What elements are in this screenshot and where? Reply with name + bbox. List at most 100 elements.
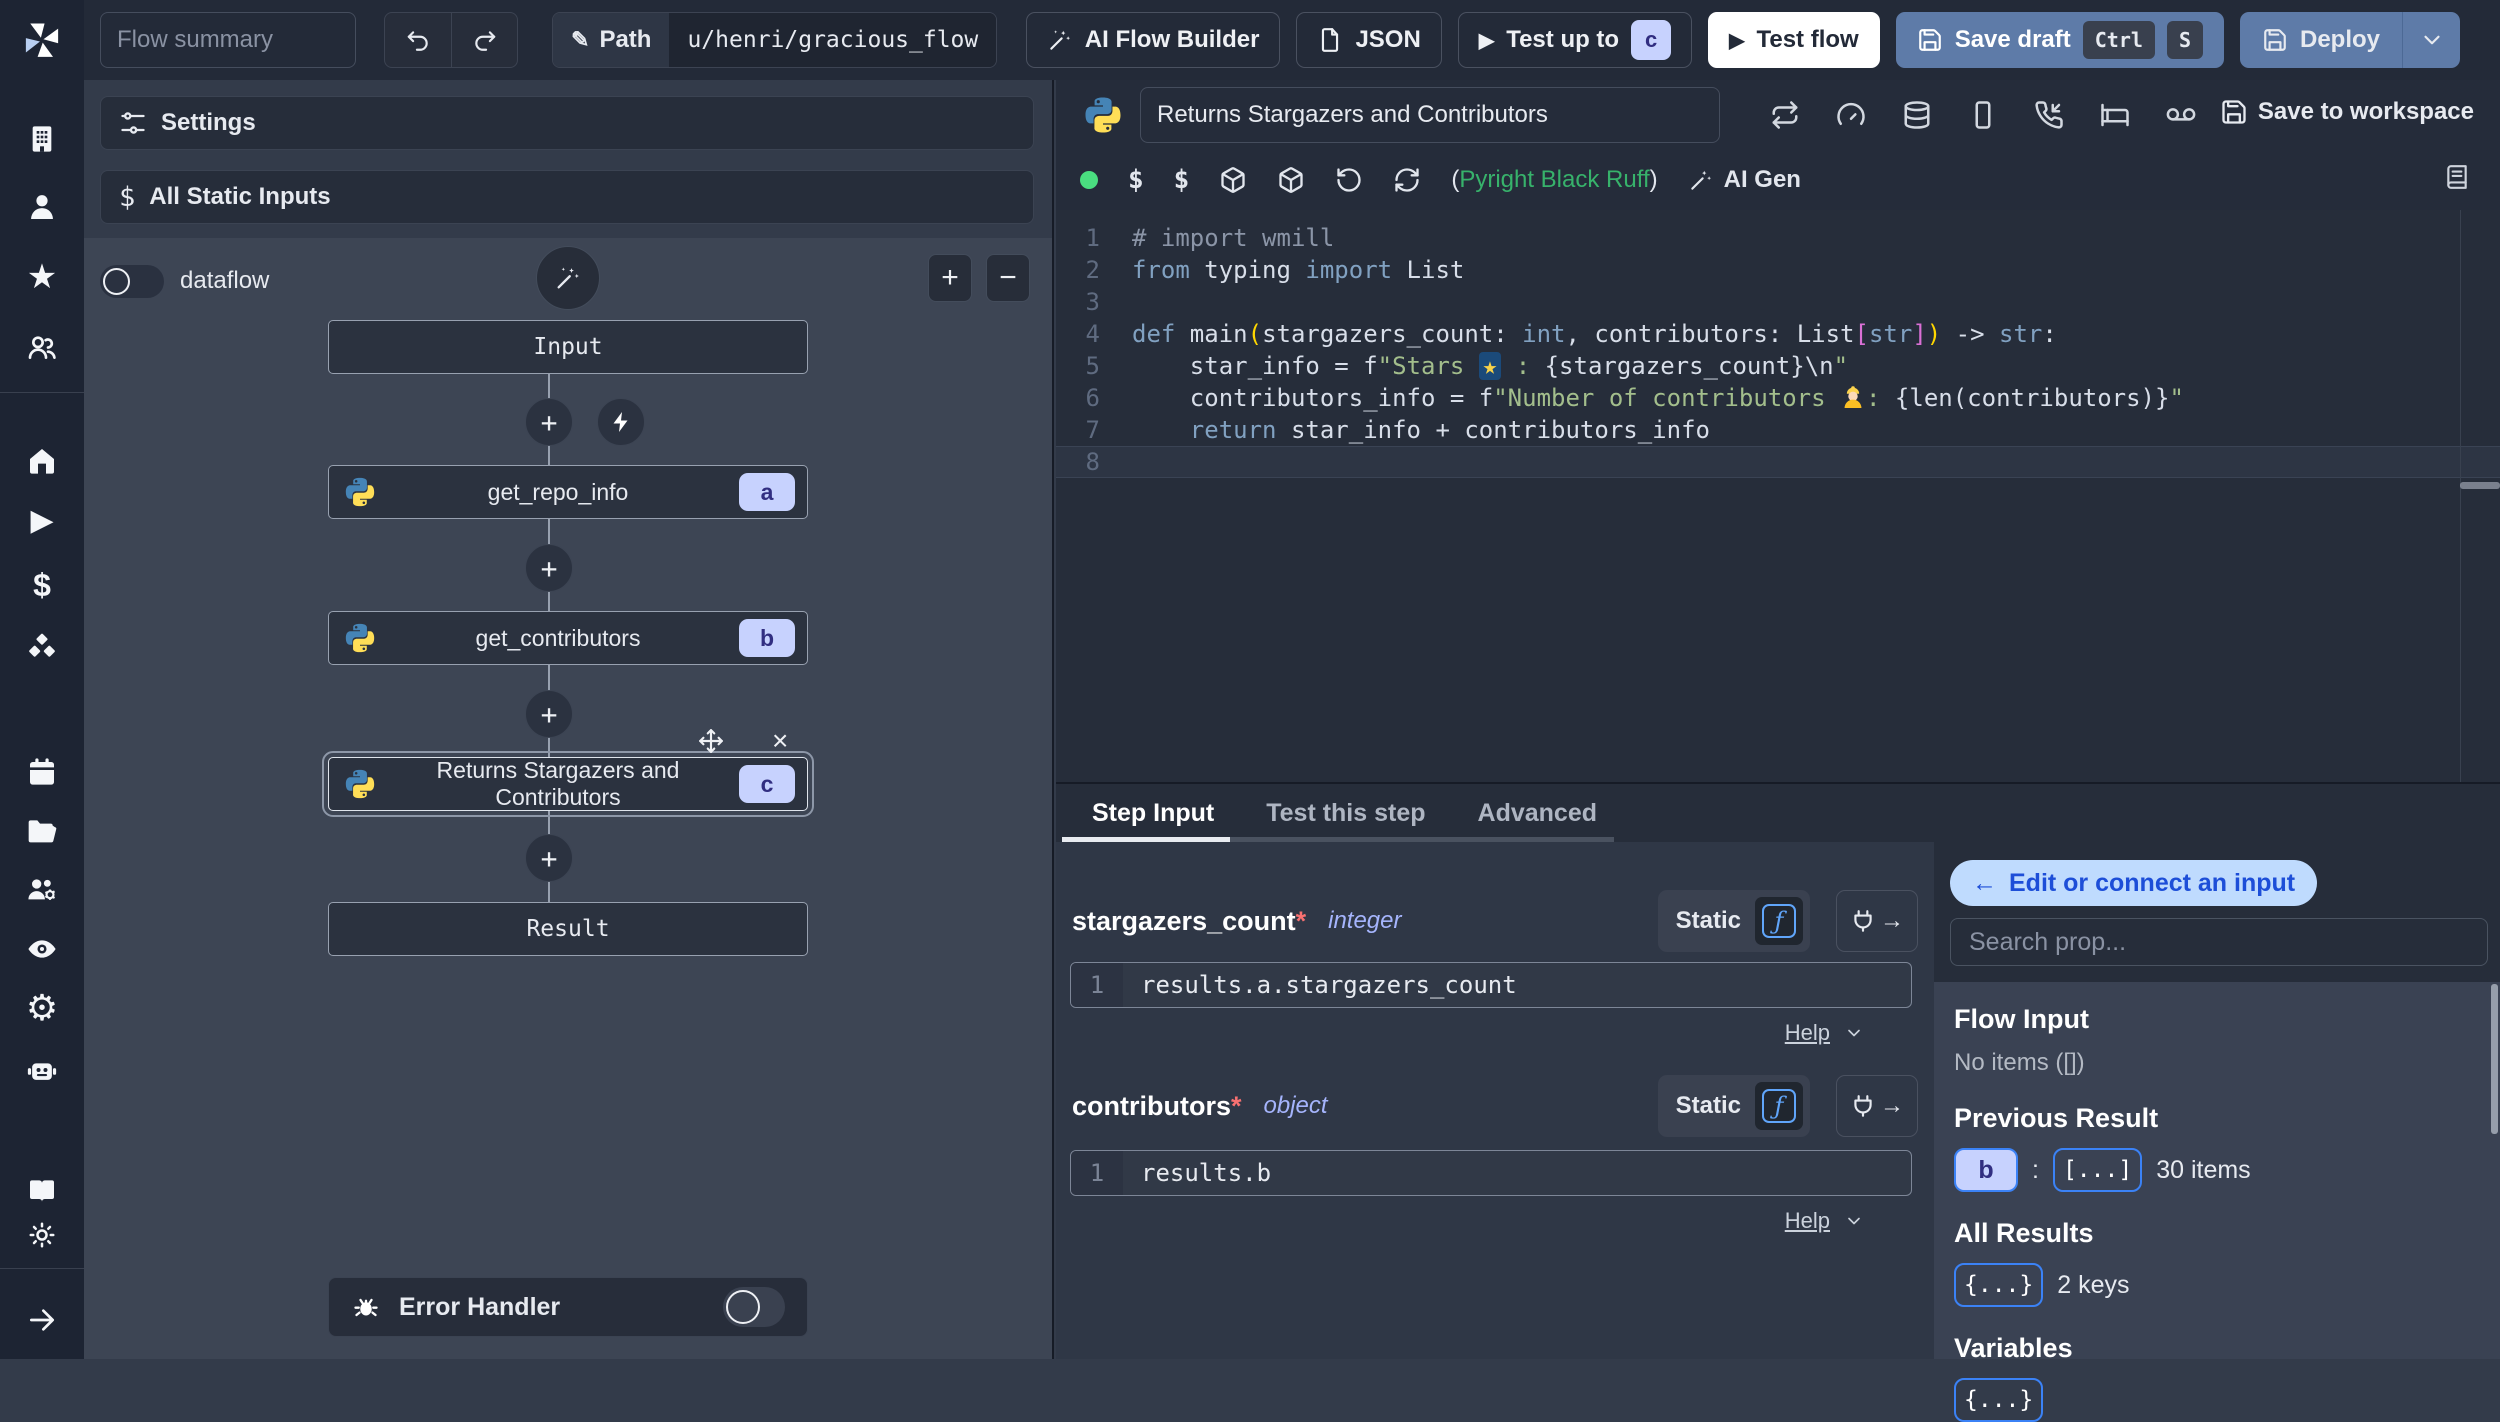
reload-refresh-icon[interactable] — [1393, 166, 1421, 194]
user-icon[interactable] — [0, 181, 84, 233]
add-step-button[interactable]: + — [525, 544, 573, 592]
variables-dollar-icon[interactable]: $ — [0, 559, 84, 611]
all-static-inputs-button[interactable]: $ All Static Inputs — [100, 170, 1034, 224]
save-draft-button[interactable]: Save draft Ctrl S — [1896, 12, 2224, 68]
code-line[interactable]: 2from typing import List — [1056, 254, 2500, 286]
code-editor[interactable]: 1# import wmill2from typing import List3… — [1056, 210, 2500, 782]
test-up-to-button[interactable]: ▶ Test up to c — [1458, 12, 1692, 68]
mock-voicemail-icon[interactable] — [2166, 100, 2196, 130]
home-icon[interactable] — [0, 435, 84, 487]
cache-database-icon[interactable] — [1902, 100, 1932, 130]
json-button[interactable]: JSON — [1296, 12, 1441, 68]
retry-repeat-icon[interactable] — [1770, 100, 1800, 130]
ai-robot-icon[interactable] — [0, 1044, 84, 1096]
code-line[interactable]: 4def main(stargazers_count: int, contrib… — [1056, 318, 2500, 350]
package-icon[interactable] — [1219, 166, 1247, 194]
tab-step-input[interactable]: Step Input — [1092, 799, 1214, 828]
theme-sun-icon[interactable] — [0, 1209, 84, 1261]
expand-sidebar-arrow-icon[interactable] — [0, 1294, 84, 1346]
connect-input-button[interactable]: → — [1836, 1075, 1918, 1137]
step-node-b[interactable]: get_contributors b — [328, 611, 808, 665]
expression-editor[interactable]: 1 results.b — [1070, 1150, 1912, 1196]
suspend-phone-icon[interactable] — [2034, 100, 2064, 130]
groups-icon[interactable] — [0, 321, 84, 373]
dataflow-toggle[interactable] — [100, 265, 164, 298]
ai-flow-builder-button[interactable]: AI Flow Builder — [1026, 12, 1281, 68]
code-line[interactable]: 8 — [1056, 446, 2500, 478]
expression-editor[interactable]: 1 results.a.stargazers_count — [1070, 962, 1912, 1008]
python-icon — [1082, 94, 1124, 143]
flow-settings-button[interactable]: Settings — [100, 96, 1034, 150]
move-node-icon[interactable] — [698, 728, 724, 754]
input-node[interactable]: Input — [328, 320, 808, 374]
early-stop-square-icon[interactable] — [1968, 100, 1998, 130]
trigger-zap-button[interactable] — [597, 398, 645, 446]
add-step-button[interactable]: + — [525, 834, 573, 882]
plug-icon — [1850, 908, 1876, 934]
windmill-logo[interactable] — [0, 12, 84, 68]
all-results-object-badge[interactable]: {...} — [1954, 1263, 2043, 1307]
settings-gear-icon[interactable]: ⚙ — [0, 982, 84, 1034]
arrow-right-icon: → — [1880, 1092, 1904, 1120]
code-line[interactable]: 7 return star_info + contributors_info — [1056, 414, 2500, 446]
error-handler-row[interactable]: Error Handler — [328, 1277, 808, 1337]
ai-gen-button[interactable]: AI Gen — [1688, 166, 1801, 194]
javascript-mode-option[interactable]: ƒ — [1755, 897, 1803, 945]
zoom-out-button[interactable]: − — [986, 254, 1030, 302]
flow-summary-input[interactable] — [100, 12, 356, 68]
javascript-mode-option[interactable]: ƒ — [1755, 1082, 1803, 1130]
add-step-button[interactable]: + — [525, 690, 573, 738]
resources-cubes-icon[interactable] — [0, 622, 84, 674]
search-prop-input[interactable] — [1950, 918, 2488, 966]
variable-picker-button[interactable]: $ — [1128, 165, 1144, 195]
tab-advanced[interactable]: Advanced — [1478, 799, 1597, 828]
code-line[interactable]: 5 star_info = f"Stars ★ : {stargazers_co… — [1056, 350, 2500, 382]
variables-object-badge[interactable]: {...} — [1954, 1378, 2043, 1422]
delete-node-icon[interactable]: × — [772, 728, 788, 754]
static-mode-toggle[interactable]: Static ƒ — [1658, 1075, 1810, 1137]
zoom-in-button[interactable]: + — [928, 254, 972, 302]
error-handler-toggle[interactable] — [723, 1287, 785, 1327]
sleep-bed-icon[interactable] — [2100, 100, 2130, 130]
save-to-workspace-button[interactable]: Save to workspace — [2220, 98, 2474, 126]
pencil-icon: ✎ — [571, 27, 589, 53]
runs-play-icon[interactable]: ▶ — [0, 495, 84, 547]
docs-book-icon[interactable] — [2444, 164, 2470, 190]
path-chip[interactable]: ✎ Path u/henri/gracious_flow — [552, 12, 997, 68]
help-toggle[interactable]: Help — [1785, 1208, 1864, 1234]
edit-or-connect-button[interactable]: ← Edit or connect an input — [1950, 860, 2317, 906]
help-toggle[interactable]: Help — [1785, 1020, 1864, 1046]
workers-users-gear-icon[interactable] — [0, 864, 84, 916]
code-line[interactable]: 6 contributors_info = f"Number of contri… — [1056, 382, 2500, 414]
step-title-input[interactable] — [1140, 87, 1720, 143]
resource-picker-button[interactable]: $ — [1174, 165, 1190, 195]
folders-icon[interactable] — [0, 805, 84, 857]
prev-result-key-badge[interactable]: b — [1954, 1148, 2018, 1192]
reset-rotate-ccw-icon[interactable] — [1335, 166, 1363, 194]
audit-eye-icon[interactable] — [0, 923, 84, 975]
static-mode-toggle[interactable]: Static ƒ — [1658, 890, 1810, 952]
add-step-button[interactable]: + — [525, 398, 573, 446]
workspace-icon[interactable] — [0, 113, 84, 165]
connect-input-button[interactable]: → — [1836, 890, 1918, 952]
step-node-a[interactable]: get_repo_info a — [328, 465, 808, 519]
tab-test-this-step[interactable]: Test this step — [1266, 799, 1425, 828]
prev-result-array-badge[interactable]: [...] — [2053, 1148, 2142, 1192]
package-icon[interactable] — [1277, 166, 1305, 194]
redo-button[interactable] — [451, 13, 517, 67]
favorites-star-icon[interactable]: ★ — [0, 251, 84, 303]
wand-icon — [1047, 27, 1073, 53]
test-flow-button[interactable]: ▶ Test flow — [1708, 12, 1880, 68]
editor-scrollbar-thumb[interactable] — [2460, 482, 2500, 489]
schedules-calendar-icon[interactable] — [0, 746, 84, 798]
deploy-more-button[interactable] — [2402, 12, 2460, 68]
step-node-c-selected[interactable]: Returns Stargazers and Contributors c — [328, 757, 808, 811]
result-node[interactable]: Result — [328, 902, 808, 956]
panel-scrollbar-thumb[interactable] — [2491, 984, 2498, 1134]
code-line[interactable]: 1# import wmill — [1056, 222, 2500, 254]
deploy-button[interactable]: Deploy — [2240, 12, 2402, 68]
ai-builder-wand-button[interactable] — [536, 246, 600, 310]
undo-button[interactable] — [385, 13, 451, 67]
concurrency-gauge-icon[interactable] — [1836, 100, 1866, 130]
code-line[interactable]: 3 — [1056, 286, 2500, 318]
